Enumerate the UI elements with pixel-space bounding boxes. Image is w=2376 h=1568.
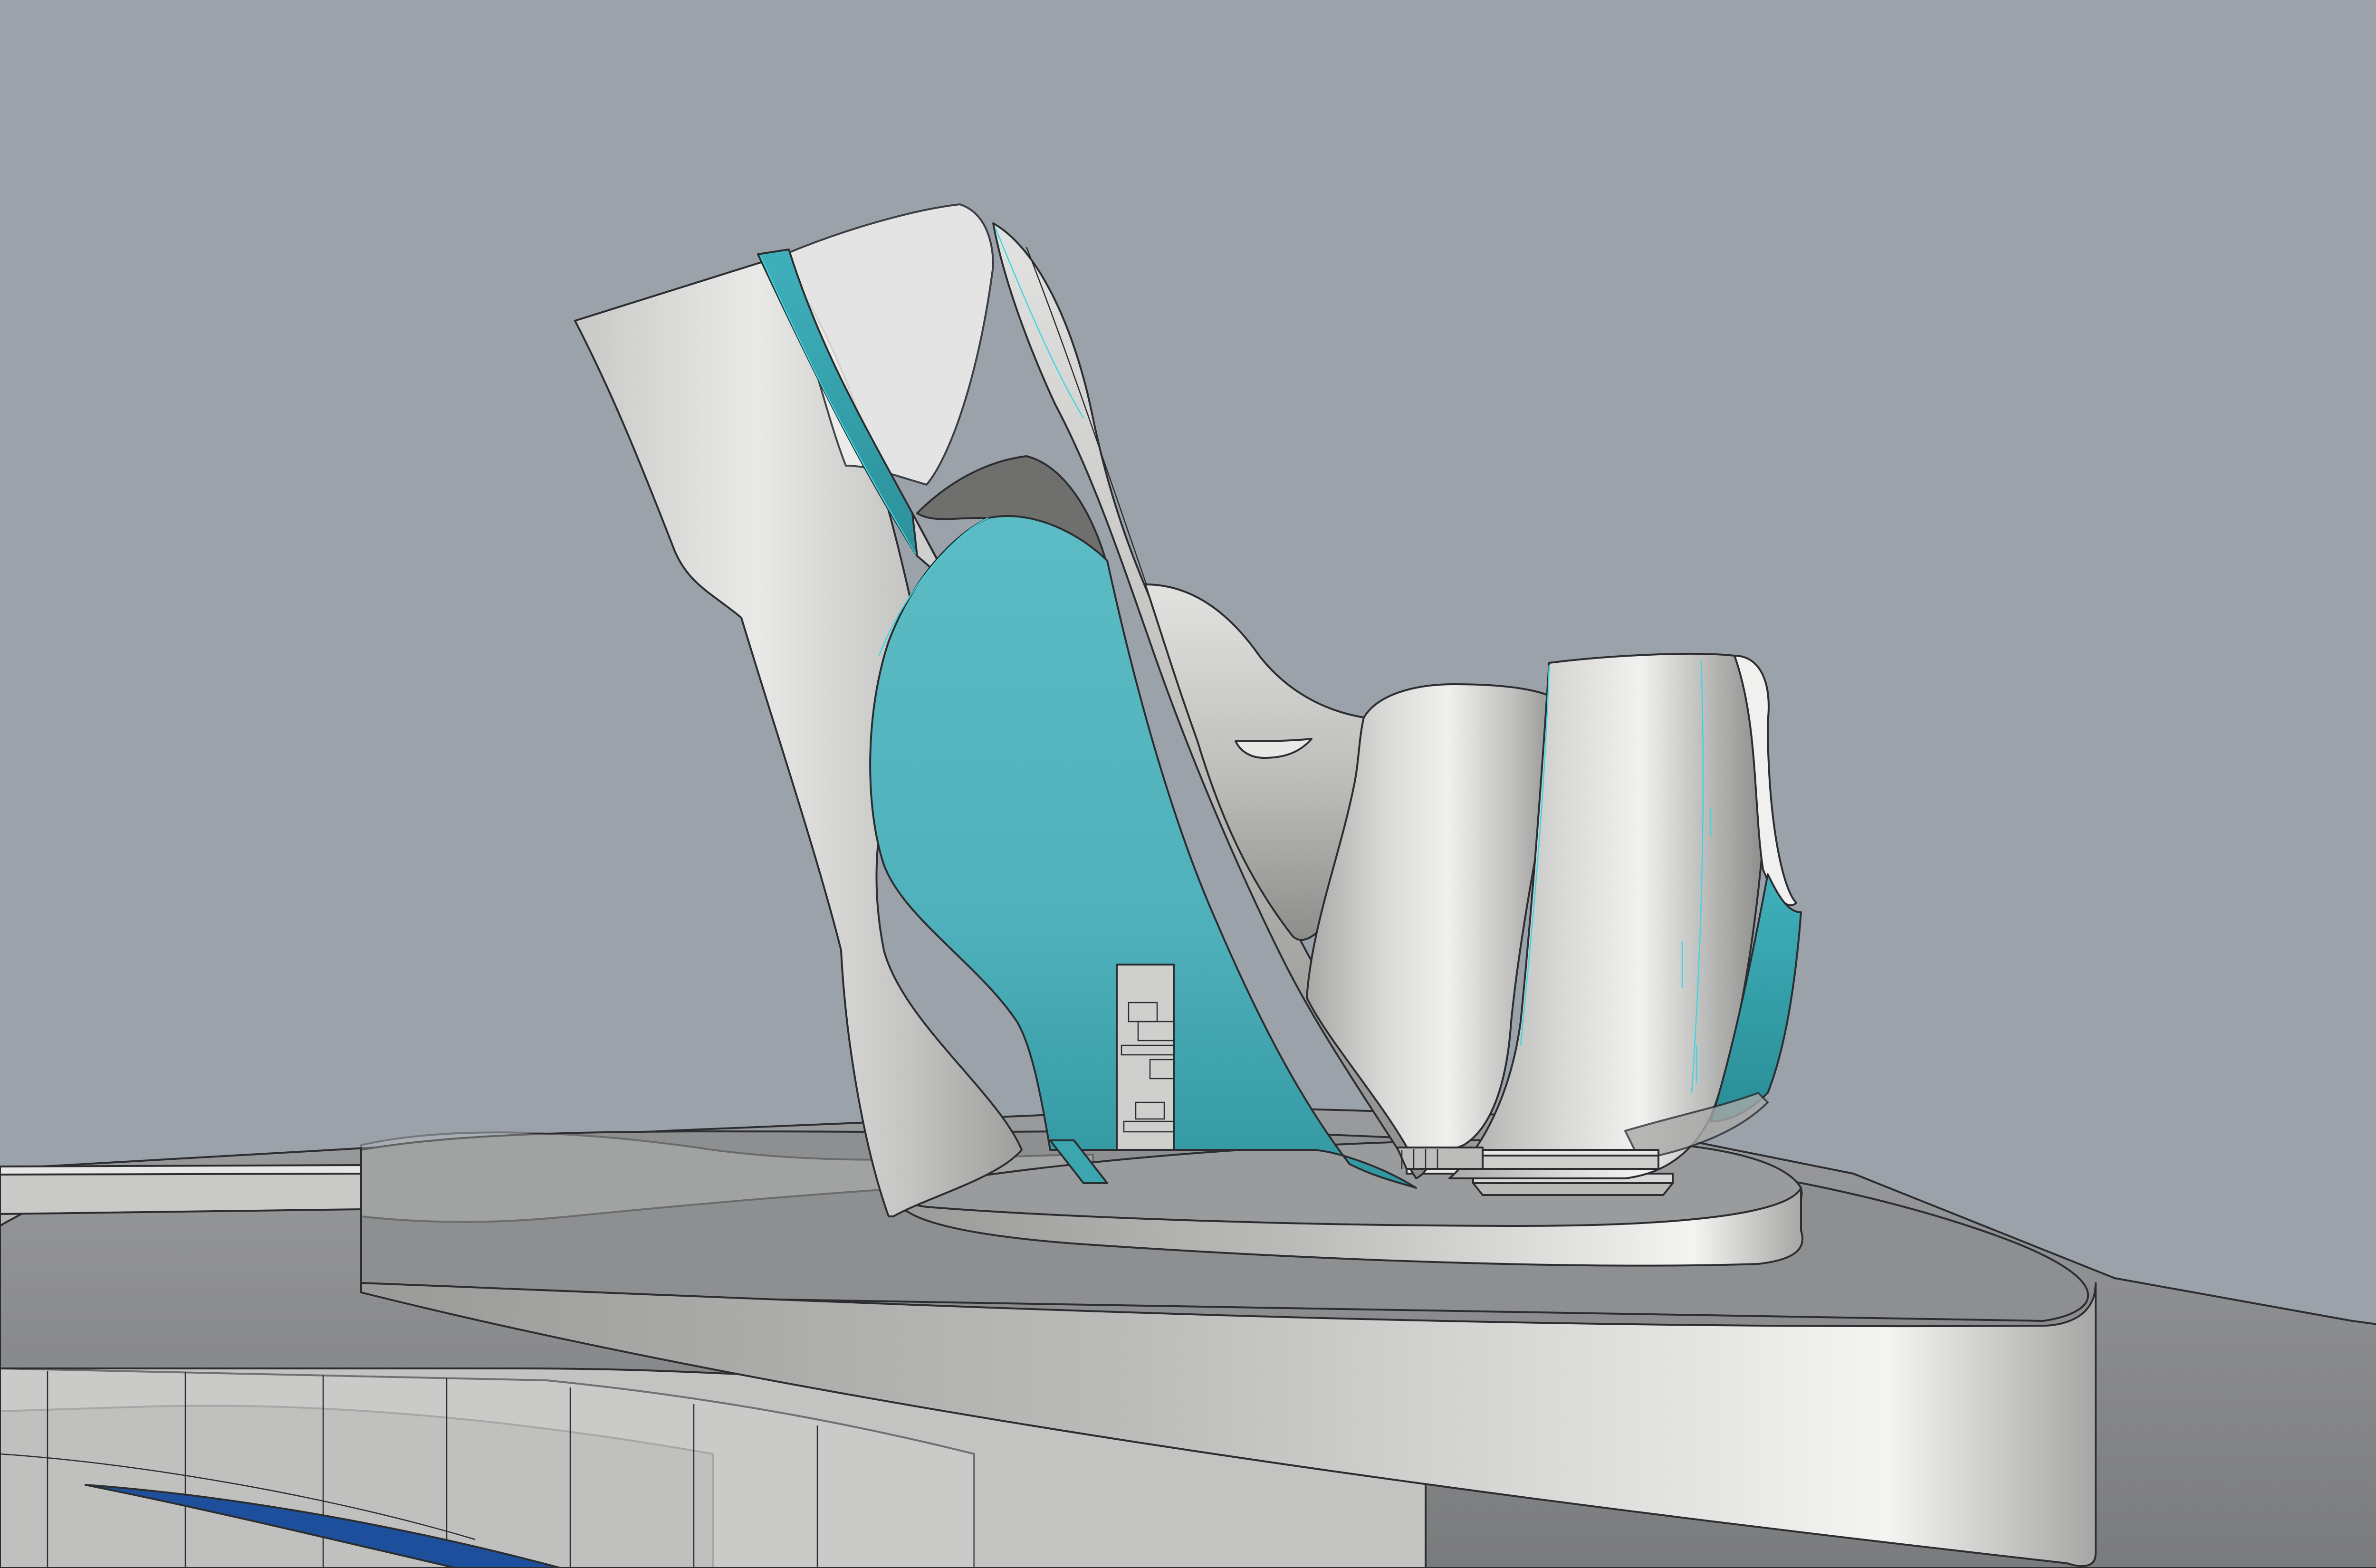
doorway-opening[interactable] [1116,964,1175,1151]
entry-ramp[interactable] [1396,1147,1659,1170]
drum-volume[interactable] [1306,652,1802,1179]
cad-viewport[interactable] [0,0,2376,1568]
model-scene[interactable] [0,0,2376,1568]
